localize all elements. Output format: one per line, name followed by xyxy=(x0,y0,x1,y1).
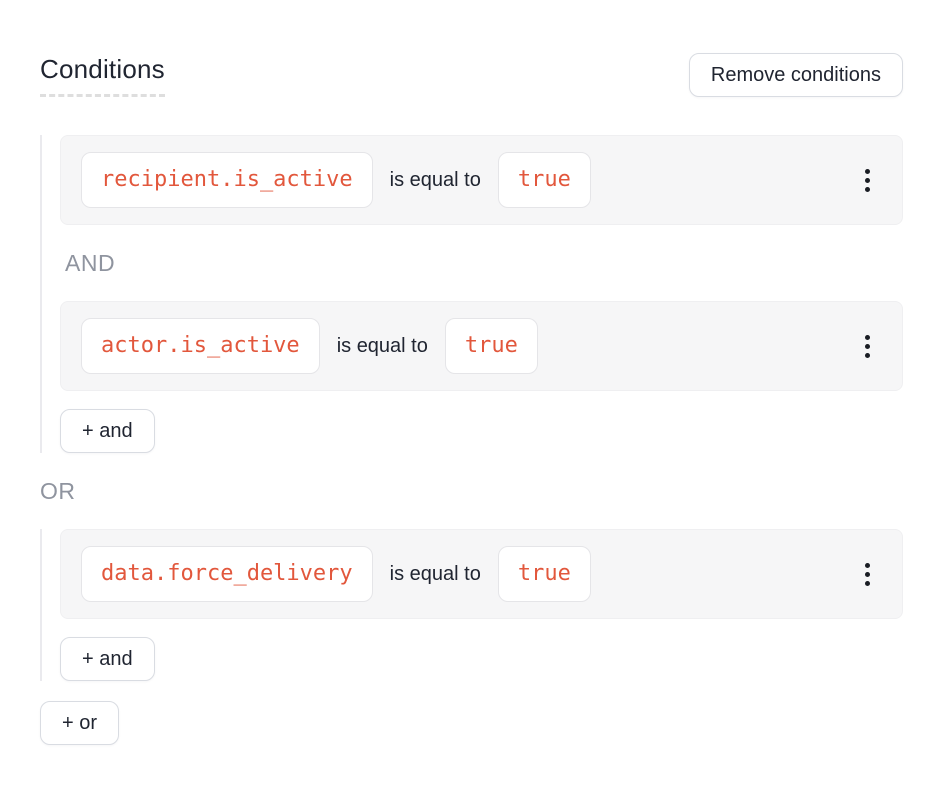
field-pill[interactable]: recipient.is_active xyxy=(81,152,373,208)
add-and-button[interactable]: + and xyxy=(60,637,155,681)
page-title: Conditions xyxy=(40,53,165,97)
panel-header: Conditions Remove conditions xyxy=(40,53,903,97)
condition-group: data.force_delivery is equal to true + a… xyxy=(40,529,903,681)
conditions-panel: Conditions Remove conditions recipient.i… xyxy=(0,0,946,745)
row-menu-button[interactable] xyxy=(859,329,876,364)
operator-label: is equal to xyxy=(390,563,481,586)
remove-conditions-button[interactable]: Remove conditions xyxy=(689,53,903,97)
condition-row: data.force_delivery is equal to true xyxy=(60,529,903,619)
kebab-menu-icon xyxy=(865,563,870,586)
value-pill[interactable]: true xyxy=(445,318,538,374)
operator-label: is equal to xyxy=(337,335,428,358)
kebab-menu-icon xyxy=(865,335,870,358)
add-or-button[interactable]: + or xyxy=(40,701,119,745)
condition-group: recipient.is_active is equal to true AND… xyxy=(40,135,903,453)
add-and-button[interactable]: + and xyxy=(60,409,155,453)
condition-row: recipient.is_active is equal to true xyxy=(60,135,903,225)
row-menu-button[interactable] xyxy=(859,163,876,198)
or-separator-label: OR xyxy=(40,477,903,505)
operator-label: is equal to xyxy=(390,169,481,192)
row-menu-button[interactable] xyxy=(859,557,876,592)
condition-row: actor.is_active is equal to true xyxy=(60,301,903,391)
and-separator-label: AND xyxy=(65,249,903,277)
kebab-menu-icon xyxy=(865,169,870,192)
value-pill[interactable]: true xyxy=(498,152,591,208)
field-pill[interactable]: actor.is_active xyxy=(81,318,320,374)
field-pill[interactable]: data.force_delivery xyxy=(81,546,373,602)
value-pill[interactable]: true xyxy=(498,546,591,602)
